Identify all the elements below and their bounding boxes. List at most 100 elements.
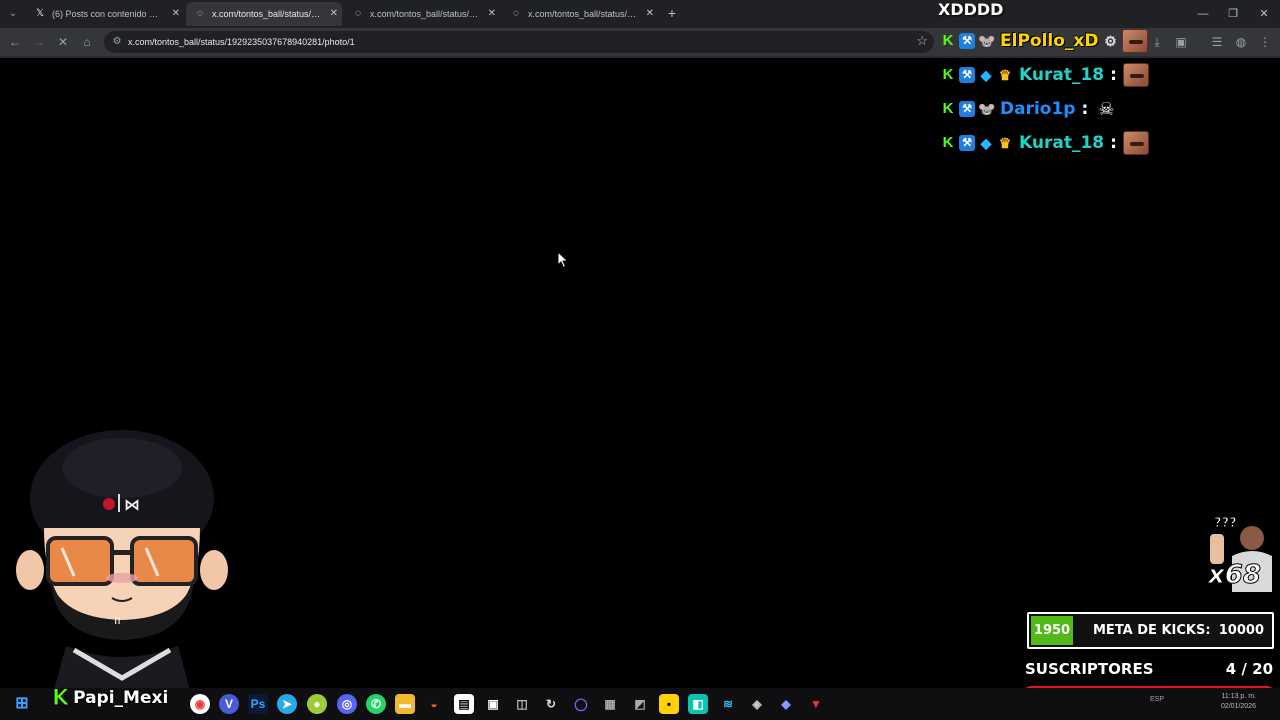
store-icon[interactable]: ▤ <box>454 694 474 714</box>
app-icon[interactable]: ● <box>307 694 327 714</box>
tab-search-icon[interactable]: ☰ <box>1208 33 1226 51</box>
chat-separator: : <box>1110 133 1117 153</box>
multiplier-text: x68 <box>1208 560 1262 591</box>
loading-icon: ◌ <box>197 8 203 19</box>
file-explorer-icon[interactable]: ▬ <box>395 694 415 714</box>
skull-emote-icon: ☠ <box>1098 99 1115 119</box>
maximize-button[interactable]: ❐ <box>1220 4 1246 24</box>
mouse-badge-icon: 🐭 <box>978 101 996 117</box>
kick-goal-target: 10000 <box>1218 623 1264 638</box>
bookmark-star-icon[interactable]: ☆ <box>916 33 928 49</box>
streamer-avatar: ⋈ ıı <box>16 430 228 690</box>
face-emote-icon <box>1122 63 1149 87</box>
app-icon[interactable]: ◆ <box>776 694 796 714</box>
chat-row: K ⚒ 🐭 Dario1p : ☠ <box>940 96 1118 122</box>
app-icon[interactable]: ◩ <box>630 694 650 714</box>
tab-status-1928[interactable]: ◌ x.com/tontos_ball/status/1928 ✕ <box>344 2 500 26</box>
discord-icon[interactable]: ◎ <box>337 694 357 714</box>
streamer-name-tag: K Papi_Mexi <box>51 685 168 711</box>
mouse-cursor-icon <box>557 251 569 269</box>
app-icon[interactable]: ◫ <box>512 694 532 714</box>
chat-row: K ⚒ ◆ ♛ Kurat_18 : <box>940 62 1149 88</box>
app-icon[interactable]: ▼ <box>806 694 826 714</box>
chat-username: Kurat_18 <box>1019 133 1105 153</box>
forward-button[interactable]: → <box>30 33 48 51</box>
tab-search-button[interactable]: ⌄ <box>4 5 22 23</box>
moderator-badge-icon: ⚒ <box>959 101 975 117</box>
vpn-icon[interactable]: V <box>219 694 239 714</box>
app-icon[interactable]: ◒ <box>424 694 444 714</box>
mouse-badge-icon: 🐭 <box>978 33 996 49</box>
minimize-button[interactable]: — <box>1190 4 1216 24</box>
tab-status-1929[interactable]: ◌ x.com/tontos_ball/status/1929 ✕ <box>186 2 342 26</box>
kick-badge-icon: K <box>942 66 954 83</box>
tab-title: (6) Posts con contenido multim <box>52 9 164 19</box>
loading-icon: ◌ <box>513 8 519 19</box>
sticky-notes-icon[interactable]: ▪ <box>659 694 679 714</box>
x-logo-icon: 𝕏 <box>35 8 45 19</box>
gem-badge-icon: ◆ <box>980 67 992 83</box>
app-icon[interactable]: ↻ <box>541 694 561 714</box>
app-icon[interactable]: ◯ <box>571 694 591 714</box>
clock-date: 02/01/2026 <box>1220 703 1256 710</box>
browser-tab-bar: ⌄ 𝕏 (6) Posts con contenido multim ✕ ◌ x… <box>0 0 1280 28</box>
site-info-icon[interactable]: ⚙ <box>110 35 124 49</box>
chat-message-text: XDDDD <box>938 0 1004 19</box>
close-icon[interactable]: ✕ <box>172 2 180 26</box>
tab-title: x.com/tontos_ball/status/1928 <box>370 9 480 19</box>
meme-question-text: ??? <box>1214 516 1238 532</box>
loading-icon: ◌ <box>355 8 361 19</box>
chat-username: Dario1p <box>1000 99 1076 119</box>
crown-badge-icon: ♛ <box>998 67 1012 83</box>
close-window-button[interactable]: ✕ <box>1251 4 1277 24</box>
kick-badge-icon: K <box>942 134 954 151</box>
tab-title: x.com/tontos_ball/status/1929 <box>212 9 322 19</box>
close-icon[interactable]: ✕ <box>646 2 654 26</box>
chat-username: Kurat_18 <box>1019 65 1105 85</box>
chat-username: ElPollo_xD <box>1000 31 1099 51</box>
meme-sticker: ??? x68 <box>1202 516 1274 592</box>
windows-taskbar: ⊞ ◉ V Ps ➤ ● ◎ ✆ ▬ ◒ ▤ ▣ ◫ ↻ ◯ ▦ ◩ ▪ ◧ ≋… <box>0 688 1280 720</box>
clock-time: 11:13 p. m. <box>1221 693 1256 700</box>
moderator-badge-icon: ⚒ <box>959 67 975 83</box>
menu-icon[interactable]: ⋮ <box>1256 33 1274 51</box>
home-button[interactable]: ⌂ <box>78 33 96 51</box>
subscriber-label: SUSCRIPTORES <box>1025 660 1154 678</box>
windows-start-icon[interactable]: ⊞ <box>12 694 32 714</box>
face-emote-icon <box>1122 131 1149 155</box>
profile-avatar[interactable]: ◍ <box>1232 33 1250 51</box>
subscriber-count: 4 / 20 <box>1225 660 1273 678</box>
moderator-badge-icon: ⚒ <box>959 135 975 151</box>
language-indicator[interactable]: ESP <box>1150 696 1164 703</box>
whatsapp-icon[interactable]: ✆ <box>366 694 386 714</box>
address-bar[interactable]: ⚙ x.com/tontos_ball/status/1929235037678… <box>104 31 934 53</box>
url-text: x.com/tontos_ball/status/192923503767894… <box>128 37 355 47</box>
kick-goal-label: META DE KICKS: <box>1093 623 1211 638</box>
screen: ⌄ 𝕏 (6) Posts con contenido multim ✕ ◌ x… <box>0 0 1280 720</box>
app-icon[interactable]: ◧ <box>688 694 708 714</box>
extension-icon[interactable]: ▣ <box>1172 33 1190 51</box>
tab-posts[interactable]: 𝕏 (6) Posts con contenido multim ✕ <box>26 2 184 26</box>
svg-text:ıı: ıı <box>114 613 121 627</box>
new-tab-button[interactable]: + <box>663 4 681 22</box>
svg-text:⋈: ⋈ <box>124 495 140 514</box>
download-icon[interactable]: ⤓ <box>1148 33 1166 51</box>
telegram-icon[interactable]: ➤ <box>277 694 297 714</box>
crown-badge-icon: ♛ <box>998 135 1012 151</box>
kick-badge-icon: K <box>942 32 954 49</box>
photoshop-icon[interactable]: Ps <box>248 694 268 714</box>
kick-badge-icon: K <box>942 100 954 117</box>
tab-status-1927[interactable]: ◌ x.com/tontos_ball/status/1927 ✕ <box>502 2 658 26</box>
app-icon[interactable]: ▣ <box>483 694 503 714</box>
back-button[interactable]: ← <box>6 33 24 51</box>
stop-loading-button[interactable]: ✕ <box>54 33 72 51</box>
app-icon[interactable]: ▦ <box>600 694 620 714</box>
chat-row: K ⚒ 🐭 ElPollo_xD ⚙ <box>940 28 1148 54</box>
close-icon[interactable]: ✕ <box>330 2 338 26</box>
app-icon[interactable]: ◈ <box>747 694 767 714</box>
app-icon[interactable]: ≋ <box>718 694 738 714</box>
close-icon[interactable]: ✕ <box>488 2 496 26</box>
taskbar-clock[interactable]: 11:13 p. m. 02/01/2026 <box>1221 692 1256 712</box>
chrome-icon[interactable]: ◉ <box>190 694 210 714</box>
system-tray: ESP <box>1150 696 1164 703</box>
